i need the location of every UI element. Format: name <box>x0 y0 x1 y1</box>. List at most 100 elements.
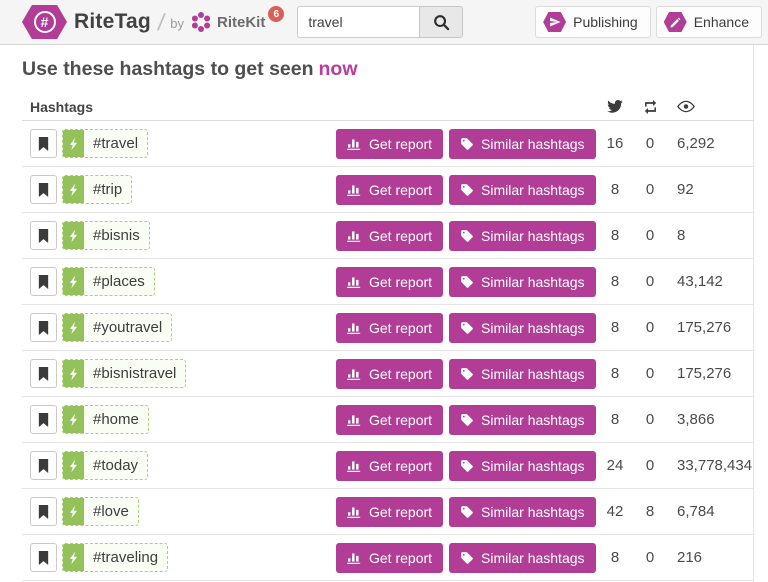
get-report-label: Get report <box>369 412 432 428</box>
lightning-icon <box>63 498 84 525</box>
hashtag-label: #places <box>84 268 154 295</box>
similar-hashtags-button[interactable]: Similar hashtags <box>449 313 596 343</box>
bookmark-button[interactable] <box>30 313 57 342</box>
hashtag-chip[interactable]: #bisnistravel <box>62 359 186 388</box>
tweets-count: 8 <box>600 411 630 428</box>
hashtag-label: #youtravel <box>84 314 171 341</box>
bookmark-button[interactable] <box>30 497 57 526</box>
exposure-count: 3,866 <box>665 411 753 428</box>
get-report-label: Get report <box>369 550 432 566</box>
notification-badge[interactable]: 6 <box>268 6 284 22</box>
hashtag-search <box>297 6 463 38</box>
bar-chart-icon <box>347 505 362 518</box>
bookmark-icon <box>38 229 49 243</box>
get-report-button[interactable]: Get report <box>336 405 443 435</box>
hashtag-chip[interactable]: #traveling <box>62 543 168 572</box>
top-navbar: # RiteTag / by RiteKit 6 <box>0 0 768 45</box>
hashtag-cell: #trip <box>30 175 336 204</box>
hashtag-chip[interactable]: #trip <box>62 175 132 204</box>
search-button[interactable] <box>419 6 463 38</box>
get-report-button[interactable]: Get report <box>336 313 443 343</box>
hashtag-label: #bisnis <box>84 222 149 249</box>
tag-icon <box>460 413 474 427</box>
tag-icon <box>460 505 474 519</box>
similar-hashtags-button[interactable]: Similar hashtags <box>449 405 596 435</box>
row-actions: Get report Similar hashtags <box>336 221 600 251</box>
retweets-count: 0 <box>630 457 665 474</box>
eye-icon <box>665 100 753 113</box>
pen-icon <box>664 12 687 32</box>
bookmark-icon <box>38 551 49 565</box>
get-report-button[interactable]: Get report <box>336 221 443 251</box>
get-report-label: Get report <box>369 504 432 520</box>
get-report-button[interactable]: Get report <box>336 543 443 573</box>
similar-hashtags-label: Similar hashtags <box>481 366 585 382</box>
bookmark-button[interactable] <box>30 405 57 434</box>
get-report-button[interactable]: Get report <box>336 267 443 297</box>
hashtag-chip[interactable]: #love <box>62 497 139 526</box>
hashtag-label: #trip <box>84 176 131 203</box>
enhance-button[interactable]: Enhance <box>656 6 762 38</box>
similar-hashtags-button[interactable]: Similar hashtags <box>449 451 596 481</box>
exposure-count: 175,276 <box>665 319 753 336</box>
hashtag-cell: #places <box>30 267 336 296</box>
bar-chart-icon <box>347 413 362 426</box>
hashtag-cell: #bisnis <box>30 221 336 250</box>
hashtag-label: #love <box>84 498 138 525</box>
retweets-count: 0 <box>630 411 665 428</box>
bookmark-icon <box>38 413 49 427</box>
similar-hashtags-label: Similar hashtags <box>481 504 585 520</box>
lightning-icon <box>63 452 84 479</box>
hashtag-cell: #traveling <box>30 543 336 572</box>
similar-hashtags-button[interactable]: Similar hashtags <box>449 543 596 573</box>
similar-hashtags-button[interactable]: Similar hashtags <box>449 359 596 389</box>
similar-hashtags-button[interactable]: Similar hashtags <box>449 175 596 205</box>
similar-hashtags-button[interactable]: Similar hashtags <box>449 129 596 159</box>
get-report-label: Get report <box>369 274 432 290</box>
tweets-count: 8 <box>600 319 630 336</box>
similar-hashtags-button[interactable]: Similar hashtags <box>449 267 596 297</box>
hashtag-chip[interactable]: #places <box>62 267 155 296</box>
bookmark-button[interactable] <box>30 543 57 572</box>
get-report-button[interactable]: Get report <box>336 175 443 205</box>
bookmark-button[interactable] <box>30 129 57 158</box>
exposure-count: 6,292 <box>665 135 753 152</box>
similar-hashtags-button[interactable]: Similar hashtags <box>449 497 596 527</box>
bookmark-button[interactable] <box>30 451 57 480</box>
content-area: Use these hashtags to get seennow Hashta… <box>0 45 754 582</box>
tweets-count: 8 <box>600 227 630 244</box>
tag-icon <box>460 137 474 151</box>
hashtag-row: #bisnistravel Get report <box>22 351 753 397</box>
lightning-icon <box>63 268 84 295</box>
tag-icon <box>460 367 474 381</box>
similar-hashtags-button[interactable]: Similar hashtags <box>449 221 596 251</box>
hashtag-row: #places Get report <box>22 259 753 305</box>
get-report-button[interactable]: Get report <box>336 129 443 159</box>
hashtag-chip[interactable]: #travel <box>62 129 148 158</box>
get-report-button[interactable]: Get report <box>336 497 443 527</box>
retweet-icon <box>630 100 665 114</box>
bookmark-button[interactable] <box>30 267 57 296</box>
retweets-count: 8 <box>630 503 665 520</box>
bookmark-button[interactable] <box>30 359 57 388</box>
enhance-label: Enhance <box>694 14 749 30</box>
bar-chart-icon <box>347 321 362 334</box>
ritekit-flower-icon <box>190 11 212 33</box>
get-report-button[interactable]: Get report <box>336 451 443 481</box>
bookmark-icon <box>38 505 49 519</box>
brand-name: RiteTag <box>74 10 151 34</box>
hashtag-row: #youtravel Get report <box>22 305 753 351</box>
search-input[interactable] <box>297 6 419 38</box>
hashtag-chip[interactable]: #youtravel <box>62 313 172 342</box>
bookmark-button[interactable] <box>30 221 57 250</box>
tag-icon <box>460 275 474 289</box>
hashtag-chip[interactable]: #today <box>62 451 148 480</box>
ritetag-brand[interactable]: # RiteTag / by RiteKit 6 <box>22 5 284 39</box>
hashtag-row: #traveling Get report <box>22 535 753 581</box>
publishing-button[interactable]: Publishing <box>535 6 651 38</box>
hashtag-chip[interactable]: #bisnis <box>62 221 150 250</box>
hashtag-chip[interactable]: #home <box>62 405 149 434</box>
get-report-button[interactable]: Get report <box>336 359 443 389</box>
bookmark-button[interactable] <box>30 175 57 204</box>
bookmark-icon <box>38 137 49 151</box>
